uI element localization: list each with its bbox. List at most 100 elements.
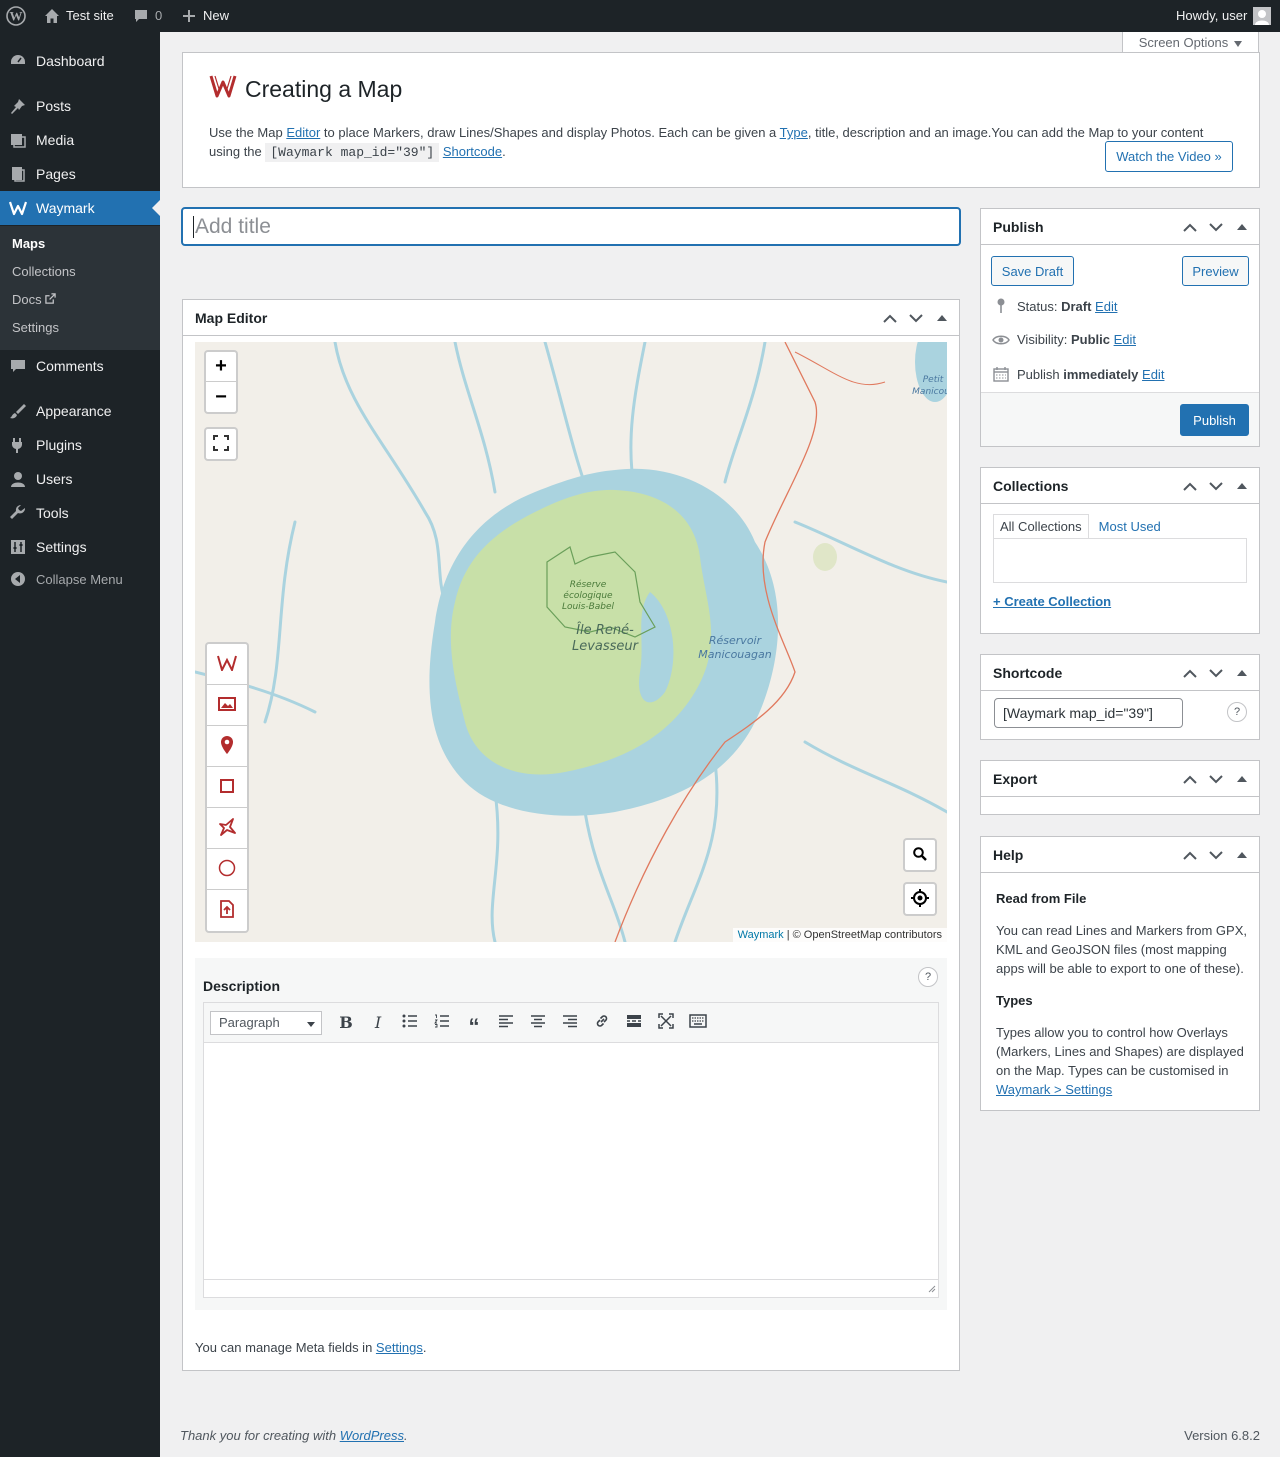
avatar — [1253, 7, 1272, 25]
shortcode-input[interactable]: [Waymark map_id="39"] — [994, 698, 1183, 728]
italic-button[interactable]: I — [362, 1008, 394, 1038]
upload-tool-button[interactable] — [207, 890, 247, 931]
circle-tool-button[interactable] — [207, 849, 247, 890]
sidebar-item-users[interactable]: Users — [0, 462, 160, 496]
create-collection-link[interactable]: + Create Collection — [993, 594, 1111, 609]
sidebar-item-waymark[interactable]: Waymark — [0, 191, 160, 225]
tab-most-used[interactable]: Most Used — [1089, 514, 1167, 539]
bold-button[interactable]: B — [330, 1008, 362, 1038]
save-draft-button[interactable]: Save Draft — [991, 256, 1074, 286]
description-help-button[interactable]: ? — [918, 967, 938, 987]
align-center-button[interactable] — [522, 1008, 554, 1038]
chevron-down-icon[interactable] — [1205, 774, 1227, 784]
chevron-down-icon[interactable] — [1205, 668, 1227, 678]
sidebar-item-appearance[interactable]: Appearance — [0, 394, 160, 428]
chevron-down-icon[interactable] — [905, 313, 927, 323]
fullscreen-icon — [658, 1013, 674, 1032]
meta-fields-note: You can manage Meta fields in Settings. — [195, 1340, 427, 1355]
waymark-icon — [0, 199, 36, 217]
sidebar-item-posts[interactable]: Posts — [0, 89, 160, 123]
polygon-tool-button[interactable] — [207, 808, 247, 849]
sidebar-item-media[interactable]: Media — [0, 123, 160, 157]
title-input[interactable]: Add title — [181, 207, 961, 246]
submenu-item-collections[interactable]: Collections — [12, 264, 76, 279]
screen-options-button[interactable]: Screen Options — [1122, 32, 1259, 54]
chevron-up-icon[interactable] — [1179, 775, 1201, 784]
align-right-button[interactable] — [554, 1008, 586, 1038]
shortcode-code: [Waymark map_id="39"] — [265, 143, 440, 162]
waymark-settings-link[interactable]: Waymark > Settings — [996, 1082, 1112, 1097]
attribution-link[interactable]: Waymark — [738, 929, 784, 941]
bullet-list-button[interactable] — [394, 1008, 426, 1038]
numbered-list-button[interactable] — [426, 1008, 458, 1038]
editor-link[interactable]: Editor — [286, 125, 320, 140]
sidebar-item-pages[interactable]: Pages — [0, 157, 160, 191]
map-search-button[interactable] — [903, 838, 937, 872]
sidebar-item-settings[interactable]: Settings — [0, 530, 160, 564]
chevron-down-icon[interactable] — [1205, 850, 1227, 860]
description-label: Description — [203, 978, 281, 994]
submenu-item-settings[interactable]: Settings — [12, 320, 59, 335]
zoom-out-button[interactable]: − — [206, 382, 236, 412]
read-more-button[interactable] — [618, 1008, 650, 1038]
toggle-panel-icon[interactable] — [931, 315, 953, 321]
toggle-panel-icon[interactable] — [1231, 224, 1253, 230]
sidebar-item-comments[interactable]: Comments — [0, 349, 160, 383]
new-content-link[interactable]: New — [181, 0, 229, 32]
chevron-down-icon[interactable] — [1205, 481, 1227, 491]
toolbar-toggle-button[interactable] — [682, 1008, 714, 1038]
sidebar-item-tools[interactable]: Tools — [0, 496, 160, 530]
blockquote-button[interactable]: “ — [458, 1008, 490, 1038]
shortcode-link[interactable]: Shortcode — [443, 144, 502, 159]
marker-tool-button[interactable] — [207, 726, 247, 767]
rectangle-tool-button[interactable] — [207, 767, 247, 808]
wordpress-logo-icon[interactable]: W — [6, 0, 26, 32]
align-left-button[interactable] — [490, 1008, 522, 1038]
toggle-panel-icon[interactable] — [1231, 670, 1253, 676]
zoom-in-button[interactable]: + — [206, 352, 236, 382]
format-select[interactable]: Paragraph — [210, 1010, 322, 1035]
edit-status-link[interactable]: Edit — [1095, 299, 1117, 314]
svg-text:W: W — [10, 9, 23, 24]
toggle-panel-icon[interactable] — [1231, 852, 1253, 858]
submenu-item-maps[interactable]: Maps — [12, 236, 45, 251]
shortcode-help-button[interactable]: ? — [1227, 702, 1247, 722]
publish-button[interactable]: Publish — [1180, 404, 1249, 436]
site-name-link[interactable]: Test site — [44, 0, 114, 32]
calendar-icon — [991, 366, 1011, 382]
watch-video-button[interactable]: Watch the Video » — [1105, 141, 1233, 172]
waymark-tool-button[interactable] — [207, 644, 247, 685]
meta-settings-link[interactable]: Settings — [376, 1340, 423, 1355]
distraction-free-button[interactable] — [650, 1008, 682, 1038]
photo-tool-button[interactable] — [207, 685, 247, 726]
chevron-up-icon[interactable] — [1179, 851, 1201, 860]
collapse-menu-button[interactable]: Collapse Menu — [0, 562, 160, 596]
chevron-up-icon[interactable] — [1179, 669, 1201, 678]
publish-actions: Publish — [981, 392, 1259, 446]
toggle-panel-icon[interactable] — [1231, 483, 1253, 489]
sidebar-item-plugins[interactable]: Plugins — [0, 428, 160, 462]
chevron-up-icon[interactable] — [1179, 482, 1201, 491]
quote-icon: “ — [468, 1013, 480, 1039]
chevron-up-icon[interactable] — [879, 314, 901, 323]
link-button[interactable] — [586, 1008, 618, 1038]
wordpress-link[interactable]: WordPress — [340, 1428, 404, 1443]
edit-schedule-link[interactable]: Edit — [1142, 367, 1164, 382]
map-canvas[interactable]: Réserve écologique Louis-Babel Île René-… — [195, 342, 947, 942]
type-link[interactable]: Type — [780, 125, 808, 140]
tab-all-collections[interactable]: All Collections — [993, 514, 1089, 539]
fullscreen-button[interactable] — [204, 427, 238, 461]
edit-visibility-link[interactable]: Edit — [1114, 332, 1136, 347]
resize-handle-icon[interactable] — [926, 1281, 936, 1296]
sidebar-item-dashboard[interactable]: Dashboard — [0, 44, 160, 78]
locate-button[interactable] — [903, 882, 937, 916]
comments-link[interactable]: 0 — [133, 0, 162, 32]
chevron-up-icon[interactable] — [1179, 223, 1201, 232]
submenu-item-docs[interactable]: Docs — [12, 292, 56, 307]
status-row: Status: Draft Edit — [991, 298, 1117, 314]
toggle-panel-icon[interactable] — [1231, 776, 1253, 782]
plus-icon — [181, 8, 197, 24]
chevron-down-icon[interactable] — [1205, 222, 1227, 232]
preview-button[interactable]: Preview — [1182, 256, 1249, 286]
account-menu[interactable]: Howdy, user — [1176, 0, 1272, 32]
